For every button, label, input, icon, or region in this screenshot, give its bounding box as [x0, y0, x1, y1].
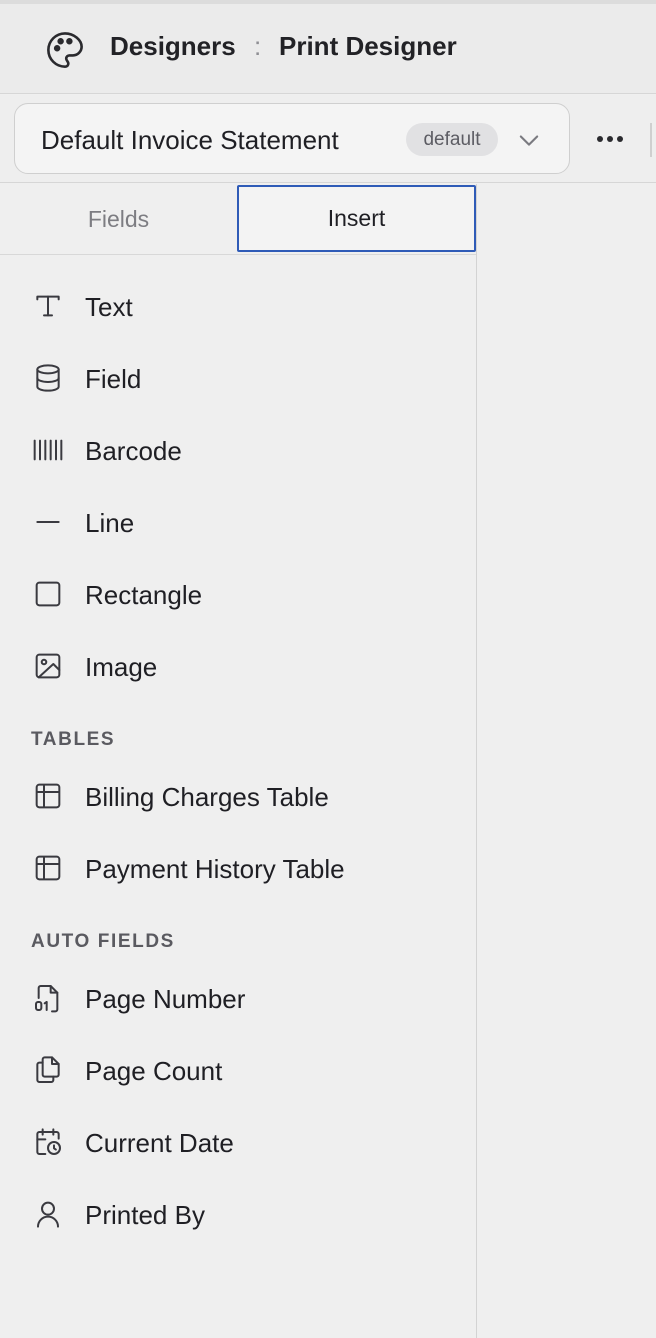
insert-item-image[interactable]: Image: [0, 636, 476, 696]
design-canvas[interactable]: [478, 184, 656, 1338]
calendar-clock-icon: [32, 1126, 64, 1158]
insert-item-text[interactable]: Text: [0, 276, 476, 336]
insert-item-label: Barcode: [85, 436, 182, 466]
insert-item-barcode[interactable]: Barcode: [0, 420, 476, 480]
panel-tabs: Fields Insert: [0, 184, 476, 255]
square-icon: [32, 578, 64, 610]
insert-item-field[interactable]: Field: [0, 348, 476, 408]
image-icon: [32, 650, 64, 682]
insert-item-page-count[interactable]: Page Count: [0, 1040, 476, 1100]
insert-item-payment-history-table[interactable]: Payment History Table: [0, 838, 476, 898]
insert-item-label: Field: [85, 364, 142, 394]
breadcrumb-parent[interactable]: Designers: [110, 31, 236, 62]
insert-item-printed-by[interactable]: Printed By: [0, 1184, 476, 1244]
insert-item-rectangle[interactable]: Rectangle: [0, 564, 476, 624]
more-dot: [607, 136, 613, 142]
barcode-icon: [32, 434, 64, 466]
breadcrumb-separator: :: [254, 31, 262, 61]
template-name: Default Invoice Statement: [41, 125, 339, 155]
line-icon: [32, 506, 64, 538]
more-dot: [597, 136, 603, 142]
tab-fields[interactable]: Fields: [0, 184, 237, 254]
more-dot: [617, 136, 623, 142]
toolbar-divider: [650, 123, 652, 157]
database-icon: [32, 362, 64, 394]
insert-item-label: Billing Charges Table: [85, 782, 329, 812]
insert-item-label: Image: [85, 652, 158, 682]
app-header: Designers : Print Designer: [0, 4, 656, 94]
default-badge: default: [406, 123, 498, 156]
chevron-down-icon: [515, 126, 543, 154]
text-icon: [32, 290, 64, 322]
insert-item-label: Page Number: [85, 984, 246, 1014]
palette-icon: [44, 29, 86, 71]
tab-insert[interactable]: Insert: [237, 185, 476, 252]
insert-item-label: Payment History Table: [85, 854, 345, 884]
insert-item-page-number[interactable]: Page Number: [0, 968, 476, 1028]
insert-item-label: Printed By: [85, 1200, 205, 1230]
file-digit-icon: [32, 982, 64, 1014]
insert-panel: Fields Insert Text Field Barcode Line Re…: [0, 184, 477, 1338]
designer-toolbar: Default Invoice Statement default: [0, 95, 656, 183]
table-icon: [32, 852, 64, 884]
insert-item-label: Line: [85, 508, 135, 538]
user-icon: [32, 1198, 64, 1230]
table-icon: [32, 780, 64, 812]
insert-item-line[interactable]: Line: [0, 492, 476, 552]
template-select[interactable]: Default Invoice Statement default: [14, 103, 570, 174]
page-title: Print Designer: [279, 31, 457, 61]
files-icon: [32, 1054, 64, 1086]
insert-item-current-date[interactable]: Current Date: [0, 1112, 476, 1172]
section-title-auto-fields: AUTO FIELDS: [31, 931, 175, 952]
insert-item-billing-charges-table[interactable]: Billing Charges Table: [0, 766, 476, 826]
insert-item-label: Text: [85, 292, 133, 322]
insert-item-label: Page Count: [85, 1056, 223, 1086]
insert-item-label: Rectangle: [85, 580, 203, 610]
section-title-tables: TABLES: [31, 729, 116, 750]
insert-item-label: Current Date: [85, 1128, 234, 1158]
more-options-button[interactable]: [590, 123, 630, 155]
